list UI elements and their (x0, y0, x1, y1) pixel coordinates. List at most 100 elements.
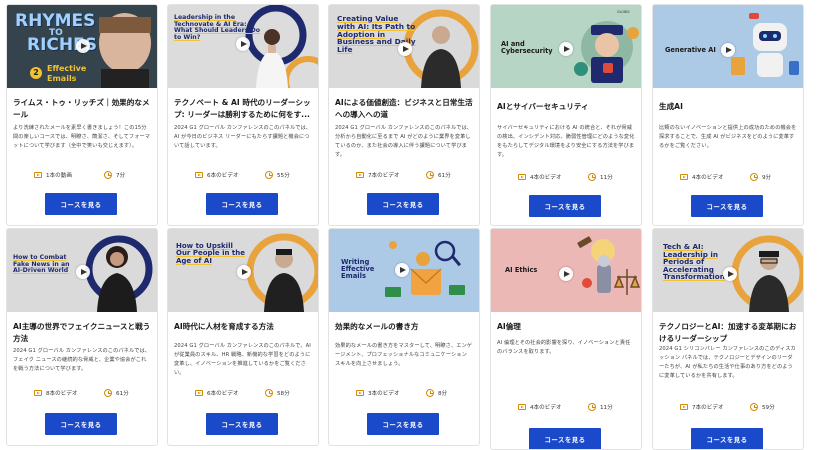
video-icon (34, 390, 42, 396)
course-card[interactable]: RHYMES TO RICHES 2 Effective Emails ライムス… (6, 4, 158, 226)
thumbnail-title: How to Upskill Our People in the Age of … (176, 242, 246, 265)
thumbnail-title: AI Ethics (505, 266, 538, 274)
course-description: 2024 G1 グローバル カンファレンスのこのパネルでは、分析から自動化に至る… (335, 125, 473, 158)
course-title[interactable]: テクノベート & AI 時代のリーダーシップ: リーダーは勝利するために何をす.… (174, 97, 313, 121)
course-thumbnail[interactable]: How to Upskill Our People in the Age of … (168, 229, 318, 312)
course-meta: 8本のビデオ 61分 (7, 387, 157, 399)
course-card[interactable]: How to Upskill Our People in the Age of … (167, 228, 319, 446)
course-card[interactable]: Leadership in the Technovate & AI Era: W… (167, 4, 319, 226)
course-meta: 6本のビデオ 55分 (168, 169, 318, 181)
course-title[interactable]: テクノロジーとAI：加速する変革期におけるリーダーシップ (659, 321, 798, 345)
view-course-button[interactable]: コースを見る (45, 413, 117, 435)
view-course-button[interactable]: コースを見る (691, 428, 763, 449)
course-meta: 7本のビデオ 59分 (653, 401, 803, 413)
course-description: AI 倫理とその社会的影響を探り、イノベーションと責任のバランスを取ります。 (497, 340, 631, 355)
play-icon[interactable] (721, 43, 735, 57)
duration: 7分 (116, 173, 126, 179)
view-course-button[interactable]: コースを見る (45, 193, 117, 215)
play-icon[interactable] (398, 42, 412, 56)
duration: 61分 (116, 391, 129, 397)
video-count: 6本のビデオ (207, 173, 239, 179)
play-icon[interactable] (723, 267, 737, 281)
play-icon[interactable] (237, 265, 251, 279)
video-icon (518, 174, 526, 180)
video-icon (680, 174, 688, 180)
clock-icon (265, 171, 273, 179)
duration: 55分 (277, 173, 290, 179)
course-card[interactable]: Creating Value with AI: Its Path to Adop… (328, 4, 480, 226)
course-description: より洗練されたメールを素早く書きましょう！この15分間の楽しいコースでは、明瞭さ… (13, 125, 151, 149)
course-card[interactable]: How to Combat Fake News in an AI-Driven … (6, 228, 158, 446)
course-thumbnail[interactable]: Generative AI (653, 5, 803, 88)
course-meta: 4本のビデオ 11分 (491, 401, 641, 413)
video-count: 6本のビデオ (207, 391, 239, 397)
course-title[interactable]: ライムス・トゥ・リッチズ｜効果的なメール (13, 97, 152, 121)
duration: 11分 (600, 175, 613, 181)
clock-icon (265, 389, 273, 397)
thumbnail-title: Writing Effective Emails (341, 258, 375, 281)
play-icon[interactable] (76, 265, 90, 279)
course-card[interactable]: Writing Effective Emails 効果的なメールの書き方 効果的… (328, 228, 480, 446)
course-description: 2024 G1 グローバル カンファレンスのこのパネルで、AI が従業員のスキル… (174, 343, 311, 376)
view-course-button[interactable]: コースを見る (367, 413, 439, 435)
play-icon[interactable] (559, 42, 573, 56)
course-card[interactable]: Tech & AI: Leadership in Periods of Acce… (652, 228, 804, 450)
course-thumbnail[interactable]: Tech & AI: Leadership in Periods of Acce… (653, 229, 803, 312)
course-thumbnail[interactable]: How to Combat Fake News in an AI-Driven … (7, 229, 157, 312)
view-course-button[interactable]: コースを見る (691, 195, 763, 217)
thumbnail-title: Generative AI (665, 46, 716, 54)
course-description: 2024 G1 シリコンバレー カンファレンスのこのディスカッション パネルでは… (659, 346, 796, 379)
course-title[interactable]: 生成AI (659, 101, 798, 113)
play-icon[interactable] (76, 39, 90, 53)
course-title[interactable]: AI倫理 (497, 321, 636, 333)
course-card[interactable]: AI Ethics AI倫理 AI 倫理とその社会的影響を探り、イノベーションと… (490, 228, 642, 450)
video-count: 8本のビデオ (46, 391, 78, 397)
video-count: 7本のビデオ (368, 173, 400, 179)
course-description: サイバーセキュリティにおける AI の統合と、それが脅威の検出、インシデント対応… (497, 125, 635, 158)
view-course-button[interactable]: コースを見る (529, 428, 601, 449)
video-icon (356, 172, 364, 178)
video-icon (34, 172, 42, 178)
clock-icon (426, 171, 434, 179)
video-icon (518, 404, 526, 410)
course-thumbnail[interactable]: AI Ethics (491, 229, 641, 312)
course-thumbnail[interactable]: Leadership in the Technovate & AI Era: W… (168, 5, 318, 88)
course-thumbnail[interactable]: AI and Cybersecurity GLOBIS (491, 5, 641, 88)
course-meta: 4本のビデオ 11分 (491, 171, 641, 183)
view-course-button[interactable]: コースを見る (529, 195, 601, 217)
course-title[interactable]: AI時代に人材を育成する方法 (174, 321, 313, 333)
view-course-button[interactable]: コースを見る (206, 413, 278, 435)
video-count: 3本のビデオ (368, 391, 400, 397)
course-title[interactable]: AIとサイバーセキュリティ (497, 101, 636, 113)
course-title[interactable]: AI主導の世界でフェイクニュースと戦う方法 (13, 321, 152, 345)
view-course-button[interactable]: コースを見る (367, 193, 439, 215)
video-icon (356, 390, 364, 396)
course-description: 2024 G1 グローバル カンファレンスのこのパネルでは、フェイク ニュースの… (13, 348, 151, 372)
thumbnail-title: AI and Cybersecurity (501, 40, 553, 55)
thumbnail-title: Tech & AI: Leadership in Periods of Acce… (663, 242, 725, 282)
course-card[interactable]: Generative AI 生成AI 比類のないイノベーションと提供上の成功のた… (652, 4, 804, 226)
play-icon[interactable] (236, 37, 250, 51)
view-course-button[interactable]: コースを見る (206, 193, 278, 215)
course-meta: 7本のビデオ 61分 (329, 169, 479, 181)
course-description: 比類のないイノベーションと提供上の成功のための機会を探求することで、生成 AI … (659, 125, 797, 149)
thumbnail-title: How to Combat Fake News in an AI-Driven … (13, 254, 70, 274)
duration: 58分 (277, 391, 290, 397)
course-thumbnail[interactable]: Writing Effective Emails (329, 229, 479, 312)
video-count: 4本のビデオ (530, 405, 562, 411)
duration: 8分 (438, 391, 448, 397)
play-icon[interactable] (395, 263, 409, 277)
video-count: 4本のビデオ (530, 175, 562, 181)
course-meta: 6本のビデオ 58分 (168, 387, 318, 399)
course-title[interactable]: 効果的なメールの書き方 (335, 321, 474, 333)
course-card[interactable]: AI and Cybersecurity GLOBIS AIとサイバーセキュリテ… (490, 4, 642, 226)
clock-icon (426, 389, 434, 397)
course-title[interactable]: AIによる価値創造：ビジネスと日常生活への導入への道 (335, 97, 474, 121)
play-icon[interactable] (559, 267, 573, 281)
course-meta: 3本のビデオ 8分 (329, 387, 479, 399)
course-thumbnail[interactable]: Creating Value with AI: Its Path to Adop… (329, 5, 479, 88)
clock-icon (104, 389, 112, 397)
course-thumbnail[interactable]: RHYMES TO RICHES 2 Effective Emails (7, 5, 157, 88)
clock-icon (588, 173, 596, 181)
course-description: 2024 G1 グローバル カンファレンスのこのパネルでは、AI が今日のビジネ… (174, 125, 312, 149)
